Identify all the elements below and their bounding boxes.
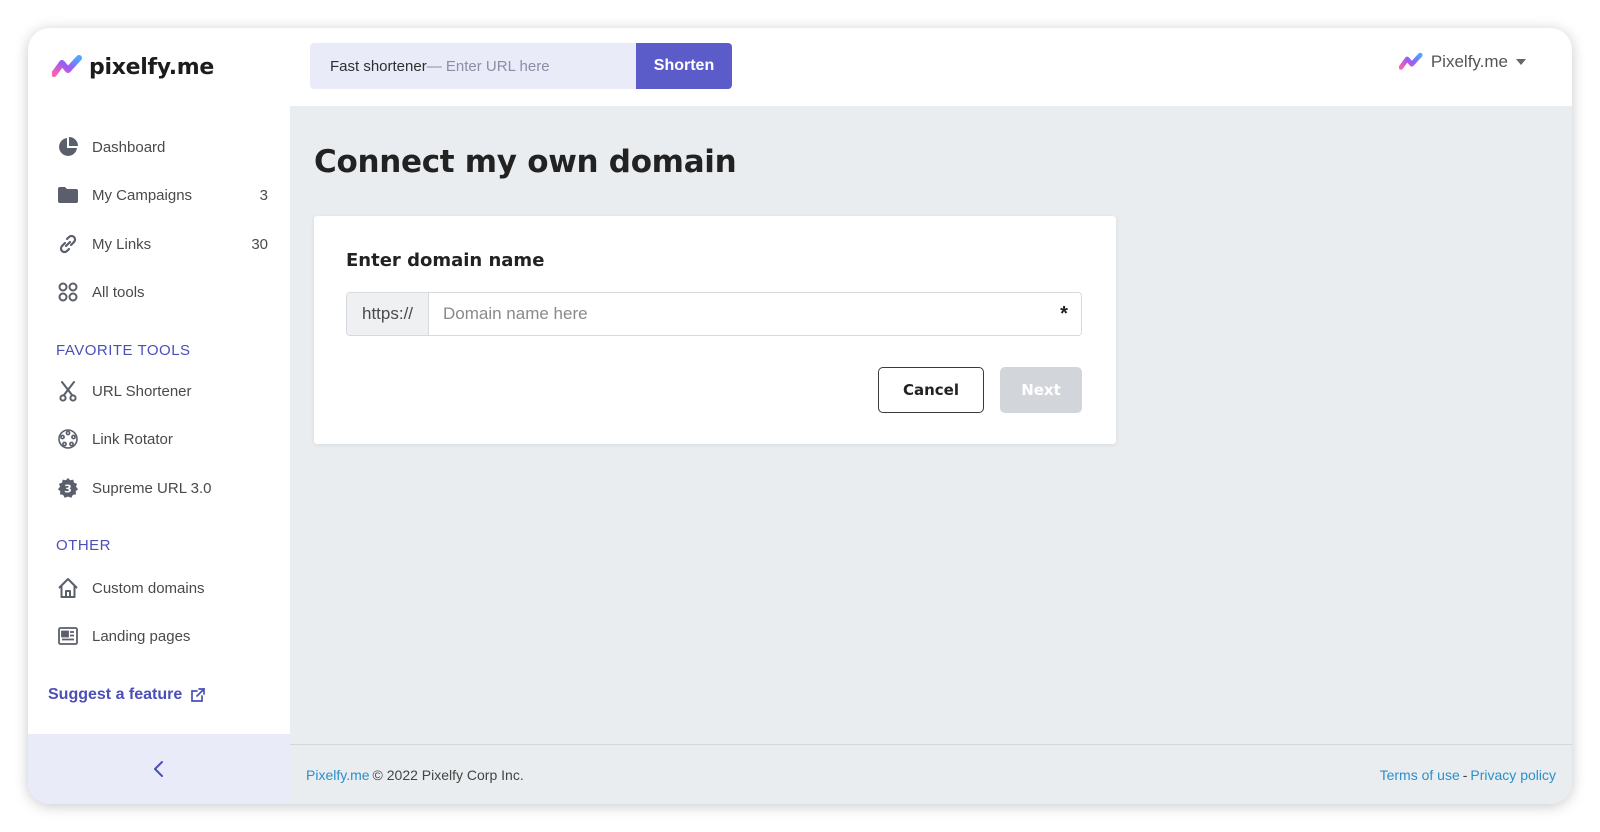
sidebar-item-landing-pages[interactable]: Landing pages <box>56 619 268 653</box>
sidebar-item-link-rotator[interactable]: Link Rotator <box>56 422 268 456</box>
page-title: Connect my own domain <box>314 144 737 180</box>
logo-text: pixelfy.me <box>89 54 215 80</box>
home-icon <box>56 576 80 600</box>
next-button[interactable]: Next <box>1000 367 1082 413</box>
sidebar-item-label: Dashboard <box>92 138 166 156</box>
scissors-icon <box>56 379 80 403</box>
domain-name-input[interactable] <box>429 293 1047 335</box>
terms-of-use-link[interactable]: Terms of use <box>1380 767 1460 783</box>
campaigns-count: 3 <box>259 186 268 204</box>
sidebar-item-my-links[interactable]: My Links 30 <box>56 227 268 261</box>
fast-shortener-label: Fast shortener <box>330 57 427 75</box>
link-icon <box>56 232 80 256</box>
sidebar-item-label: Custom domains <box>92 579 205 597</box>
links-count: 30 <box>251 235 268 253</box>
sidebar-item-label: Landing pages <box>92 627 191 645</box>
account-menu[interactable]: Pixelfy.me <box>1398 52 1526 72</box>
sidebar-item-label: URL Shortener <box>92 382 192 400</box>
account-name: Pixelfy.me <box>1430 52 1508 71</box>
top-header: Fast shortener — Enter URL here Shorten … <box>290 28 1572 106</box>
fast-shortener-input[interactable]: Fast shortener — Enter URL here <box>310 43 636 89</box>
other-heading: OTHER <box>56 537 111 554</box>
folder-icon <box>56 183 80 207</box>
suggest-feature-link[interactable]: Suggest a feature <box>48 686 206 704</box>
footer-links: Terms of use - Privacy policy <box>1380 767 1556 783</box>
required-indicator: * <box>1047 293 1081 335</box>
main-content: Connect my own domain Enter domain name … <box>290 106 1572 744</box>
favorite-tools-heading: FAVORITE TOOLS <box>56 342 191 359</box>
cancel-button[interactable]: Cancel <box>878 367 984 413</box>
sidebar-item-label: My Links <box>92 235 152 253</box>
sidebar: pixelfy.me Dashboard My Campaigns 3 My L… <box>28 28 290 804</box>
sidebar-item-custom-domains[interactable]: Custom domains <box>56 571 268 605</box>
collapse-sidebar-button[interactable] <box>28 734 290 804</box>
grid-icon <box>56 280 80 304</box>
sidebar-item-supreme-url[interactable]: 3 Supreme URL 3.0 <box>56 471 268 505</box>
domain-prefix: https:// <box>347 293 429 335</box>
sidebar-item-label: Link Rotator <box>92 430 173 448</box>
sidebar-item-url-shortener[interactable]: URL Shortener <box>56 374 268 408</box>
pie-chart-icon <box>56 135 80 159</box>
sidebar-item-label: My Campaigns <box>92 186 193 204</box>
svg-text:3: 3 <box>64 482 72 495</box>
footer-brand-link[interactable]: Pixelfy.me <box>306 767 370 783</box>
sidebar-item-my-campaigns[interactable]: My Campaigns 3 <box>56 178 268 212</box>
footer-separator: - <box>1462 766 1468 783</box>
shorten-button[interactable]: Shorten <box>636 43 732 89</box>
caret-down-icon <box>1516 59 1526 65</box>
rotator-icon <box>56 427 80 451</box>
domain-card: Enter domain name https:// * Cancel Next <box>314 216 1116 444</box>
sidebar-item-label: All tools <box>92 283 145 301</box>
footer-copyright: © 2022 Pixelfy Corp Inc. <box>372 766 524 783</box>
newspaper-icon <box>56 624 80 648</box>
pixelfy-logo-icon <box>1398 52 1423 70</box>
brand-logo[interactable]: pixelfy.me <box>52 50 214 84</box>
sidebar-item-all-tools[interactable]: All tools <box>56 275 268 309</box>
domain-input-group: https:// * <box>346 292 1082 336</box>
fast-shortener-placeholder: — Enter URL here <box>426 57 550 75</box>
external-link-icon <box>191 688 206 702</box>
suggest-feature-label: Suggest a feature <box>48 686 183 703</box>
sidebar-item-dashboard[interactable]: Dashboard <box>56 130 268 164</box>
chevron-left-icon <box>154 761 163 777</box>
badge-3-icon: 3 <box>56 476 80 500</box>
pixelfy-logo-icon <box>52 55 82 77</box>
card-title: Enter domain name <box>346 250 545 271</box>
privacy-policy-link[interactable]: Privacy policy <box>1470 767 1556 783</box>
app-window: pixelfy.me Dashboard My Campaigns 3 My L… <box>28 28 1572 804</box>
footer: Pixelfy.me © 2022 Pixelfy Corp Inc. Term… <box>290 744 1572 804</box>
sidebar-item-label: Supreme URL 3.0 <box>92 479 212 497</box>
